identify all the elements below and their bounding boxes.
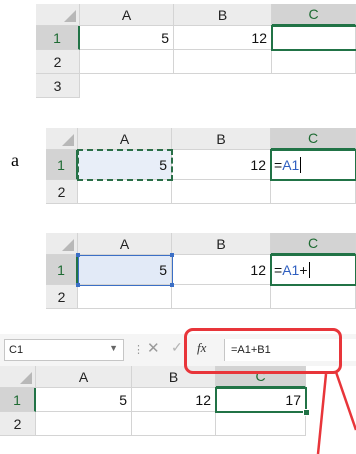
cell-b1[interactable]: 12	[174, 26, 272, 50]
row-header-1[interactable]: 1	[36, 26, 80, 50]
active-cell-border	[270, 254, 356, 286]
cell-c2[interactable]	[216, 412, 306, 436]
enter-icon[interactable]: ✓	[171, 339, 183, 356]
cell-c2[interactable]	[271, 180, 356, 204]
cell-c2[interactable]	[272, 50, 356, 74]
cell-a2[interactable]	[78, 180, 172, 204]
select-all-corner[interactable]	[46, 233, 78, 255]
cell-a1[interactable]: 5	[80, 26, 174, 50]
column-header-a[interactable]: A	[36, 366, 132, 388]
name-box-value: C1	[9, 344, 24, 356]
reference-handle[interactable]	[76, 283, 80, 287]
reference-highlight-a1	[78, 255, 173, 286]
select-all-corner[interactable]	[36, 4, 80, 26]
cell-b2[interactable]	[174, 50, 272, 74]
column-header-b[interactable]: B	[172, 128, 271, 150]
column-header-a[interactable]: A	[78, 233, 172, 255]
cell-a1[interactable]: 5	[36, 388, 132, 412]
corner-triangle-icon	[62, 239, 74, 251]
column-header-b[interactable]: B	[174, 4, 272, 26]
active-cell-border	[270, 149, 356, 181]
cell-b2[interactable]	[172, 285, 271, 309]
formula-bar-callout	[184, 328, 342, 374]
row-header-3[interactable]: 3	[36, 74, 80, 98]
more-options-icon[interactable]: ⋮	[133, 343, 144, 356]
column-header-a[interactable]: A	[78, 128, 172, 150]
spreadsheet-panel-operator: A B C 1 2 5 12 = A1 +	[46, 233, 356, 311]
cell-c2[interactable]	[271, 285, 356, 309]
chevron-down-icon[interactable]: ▼	[109, 343, 118, 353]
spreadsheet-panel-initial: A B C 1 2 3 5 12	[36, 4, 356, 114]
reference-handle[interactable]	[170, 283, 174, 287]
column-header-c[interactable]: C	[272, 4, 356, 26]
reference-handle[interactable]	[170, 253, 174, 257]
cell-b1[interactable]: 12	[172, 255, 271, 285]
row-header-2[interactable]: 2	[0, 412, 36, 436]
step-label: a	[11, 150, 19, 170]
select-all-corner[interactable]	[0, 366, 36, 388]
cancel-icon[interactable]: ✕	[147, 339, 160, 357]
row-header-1[interactable]: 1	[46, 150, 78, 180]
active-cell-border	[271, 25, 356, 51]
fill-handle[interactable]	[303, 409, 310, 416]
column-header-c[interactable]: C	[271, 128, 356, 150]
cell-b2[interactable]	[132, 412, 216, 436]
row-header-2[interactable]: 2	[46, 285, 78, 309]
reference-handle[interactable]	[76, 253, 80, 257]
name-box[interactable]: C1 ▼	[4, 339, 124, 361]
row-header-1[interactable]: 1	[46, 255, 78, 285]
corner-triangle-icon	[20, 372, 32, 384]
column-header-b[interactable]: B	[172, 233, 271, 255]
spreadsheet-panel-reference: A B C 1 2 5 12 = A1	[46, 128, 356, 206]
column-header-a[interactable]: A	[80, 4, 174, 26]
cell-b1[interactable]: 12	[132, 388, 216, 412]
corner-triangle-icon	[62, 134, 74, 146]
copy-marquee-a1	[77, 149, 173, 181]
row-header-2[interactable]: 2	[36, 50, 80, 74]
cell-a2[interactable]	[78, 285, 172, 309]
row-header-1[interactable]: 1	[0, 388, 36, 412]
cell-a2[interactable]	[36, 412, 132, 436]
cell-a2[interactable]	[80, 50, 174, 74]
cell-b1[interactable]: 12	[172, 150, 271, 180]
row-header-2[interactable]: 2	[46, 180, 78, 204]
corner-triangle-icon	[64, 10, 76, 22]
select-all-corner[interactable]	[46, 128, 78, 150]
active-cell-border	[215, 387, 307, 413]
cell-b2[interactable]	[172, 180, 271, 204]
spreadsheet-panel-result: A B C 1 2 5 12 17	[0, 366, 356, 454]
column-header-c[interactable]: C	[271, 233, 356, 255]
